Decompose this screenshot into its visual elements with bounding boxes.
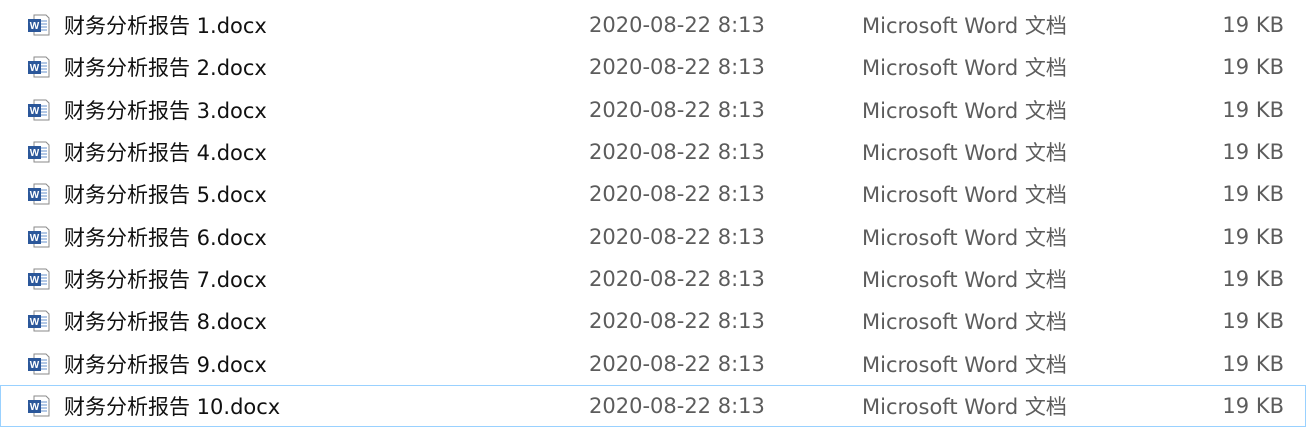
word-document-icon: W (28, 56, 50, 78)
file-type: Microsoft Word 文档 (862, 225, 1067, 250)
svg-text:W: W (30, 275, 40, 286)
word-document-icon: W (28, 14, 50, 36)
file-row[interactable]: W 财务分析报告 6.docx 2020-08-22 8:13 Microsof… (0, 215, 1306, 257)
file-name: 财务分析报告 4.docx (64, 141, 267, 166)
svg-text:W: W (30, 148, 40, 159)
file-size: 19 KB (1222, 13, 1284, 38)
file-size: 19 KB (1222, 140, 1284, 165)
file-name: 财务分析报告 6.docx (64, 225, 267, 250)
svg-text:W: W (30, 106, 40, 117)
svg-text:W: W (30, 317, 40, 328)
file-modified-date: 2020-08-22 8:13 (589, 182, 765, 207)
svg-text:W: W (30, 191, 40, 202)
file-size: 19 KB (1222, 224, 1284, 249)
word-document-icon: W (28, 310, 50, 332)
file-row[interactable]: W 财务分析报告 9.docx 2020-08-22 8:13 Microsof… (0, 342, 1306, 384)
file-row[interactable]: W 财务分析报告 10.docx 2020-08-22 8:13 Microso… (0, 384, 1306, 427)
word-document-icon: W (28, 268, 50, 290)
word-document-icon: W (28, 395, 50, 417)
file-size: 19 KB (1222, 309, 1284, 334)
file-row[interactable]: W 财务分析报告 1.docx 2020-08-22 8:13 Microsof… (0, 4, 1306, 46)
file-size: 19 KB (1222, 182, 1284, 207)
file-size: 19 KB (1222, 97, 1284, 122)
file-row[interactable]: W 财务分析报告 8.docx 2020-08-22 8:13 Microsof… (0, 300, 1306, 342)
file-row[interactable]: W 财务分析报告 5.docx 2020-08-22 8:13 Microsof… (0, 173, 1306, 215)
file-name: 财务分析报告 10.docx (64, 394, 281, 419)
file-type: Microsoft Word 文档 (862, 14, 1067, 39)
file-row[interactable]: W 财务分析报告 4.docx 2020-08-22 8:13 Microsof… (0, 131, 1306, 173)
file-modified-date: 2020-08-22 8:13 (589, 351, 765, 376)
file-size: 19 KB (1222, 55, 1284, 80)
file-row[interactable]: W 财务分析报告 7.docx 2020-08-22 8:13 Microsof… (0, 258, 1306, 300)
file-type: Microsoft Word 文档 (862, 352, 1067, 377)
word-document-icon: W (28, 99, 50, 121)
file-modified-date: 2020-08-22 8:13 (589, 55, 765, 80)
file-name: 财务分析报告 2.docx (64, 56, 267, 81)
file-name: 财务分析报告 8.docx (64, 310, 267, 335)
file-type: Microsoft Word 文档 (862, 310, 1067, 335)
file-modified-date: 2020-08-22 8:13 (589, 97, 765, 122)
file-size: 19 KB (1222, 393, 1284, 418)
file-type: Microsoft Word 文档 (862, 141, 1067, 166)
file-name: 财务分析报告 1.docx (64, 14, 267, 39)
file-type: Microsoft Word 文档 (862, 267, 1067, 292)
file-modified-date: 2020-08-22 8:13 (589, 266, 765, 291)
file-type: Microsoft Word 文档 (862, 56, 1067, 81)
file-name: 财务分析报告 3.docx (64, 98, 267, 123)
file-list: W 财务分析报告 1.docx 2020-08-22 8:13 Microsof… (0, 0, 1306, 427)
file-type: Microsoft Word 文档 (862, 98, 1067, 123)
file-name: 财务分析报告 5.docx (64, 183, 267, 208)
word-document-icon: W (28, 226, 50, 248)
file-modified-date: 2020-08-22 8:13 (589, 13, 765, 38)
file-type: Microsoft Word 文档 (862, 183, 1067, 208)
file-modified-date: 2020-08-22 8:13 (589, 393, 765, 418)
file-type: Microsoft Word 文档 (862, 394, 1067, 419)
file-name: 财务分析报告 9.docx (64, 352, 267, 377)
word-document-icon: W (28, 353, 50, 375)
word-document-icon: W (28, 141, 50, 163)
file-modified-date: 2020-08-22 8:13 (589, 140, 765, 165)
file-size: 19 KB (1222, 351, 1284, 376)
word-document-icon: W (28, 183, 50, 205)
file-name: 财务分析报告 7.docx (64, 267, 267, 292)
svg-text:W: W (30, 21, 40, 32)
file-modified-date: 2020-08-22 8:13 (589, 224, 765, 249)
file-size: 19 KB (1222, 266, 1284, 291)
svg-text:W: W (30, 233, 40, 244)
svg-text:W: W (30, 360, 40, 371)
file-row[interactable]: W 财务分析报告 3.docx 2020-08-22 8:13 Microsof… (0, 89, 1306, 131)
file-row[interactable]: W 财务分析报告 2.docx 2020-08-22 8:13 Microsof… (0, 46, 1306, 88)
file-modified-date: 2020-08-22 8:13 (589, 309, 765, 334)
svg-text:W: W (30, 64, 40, 75)
svg-text:W: W (30, 402, 40, 413)
